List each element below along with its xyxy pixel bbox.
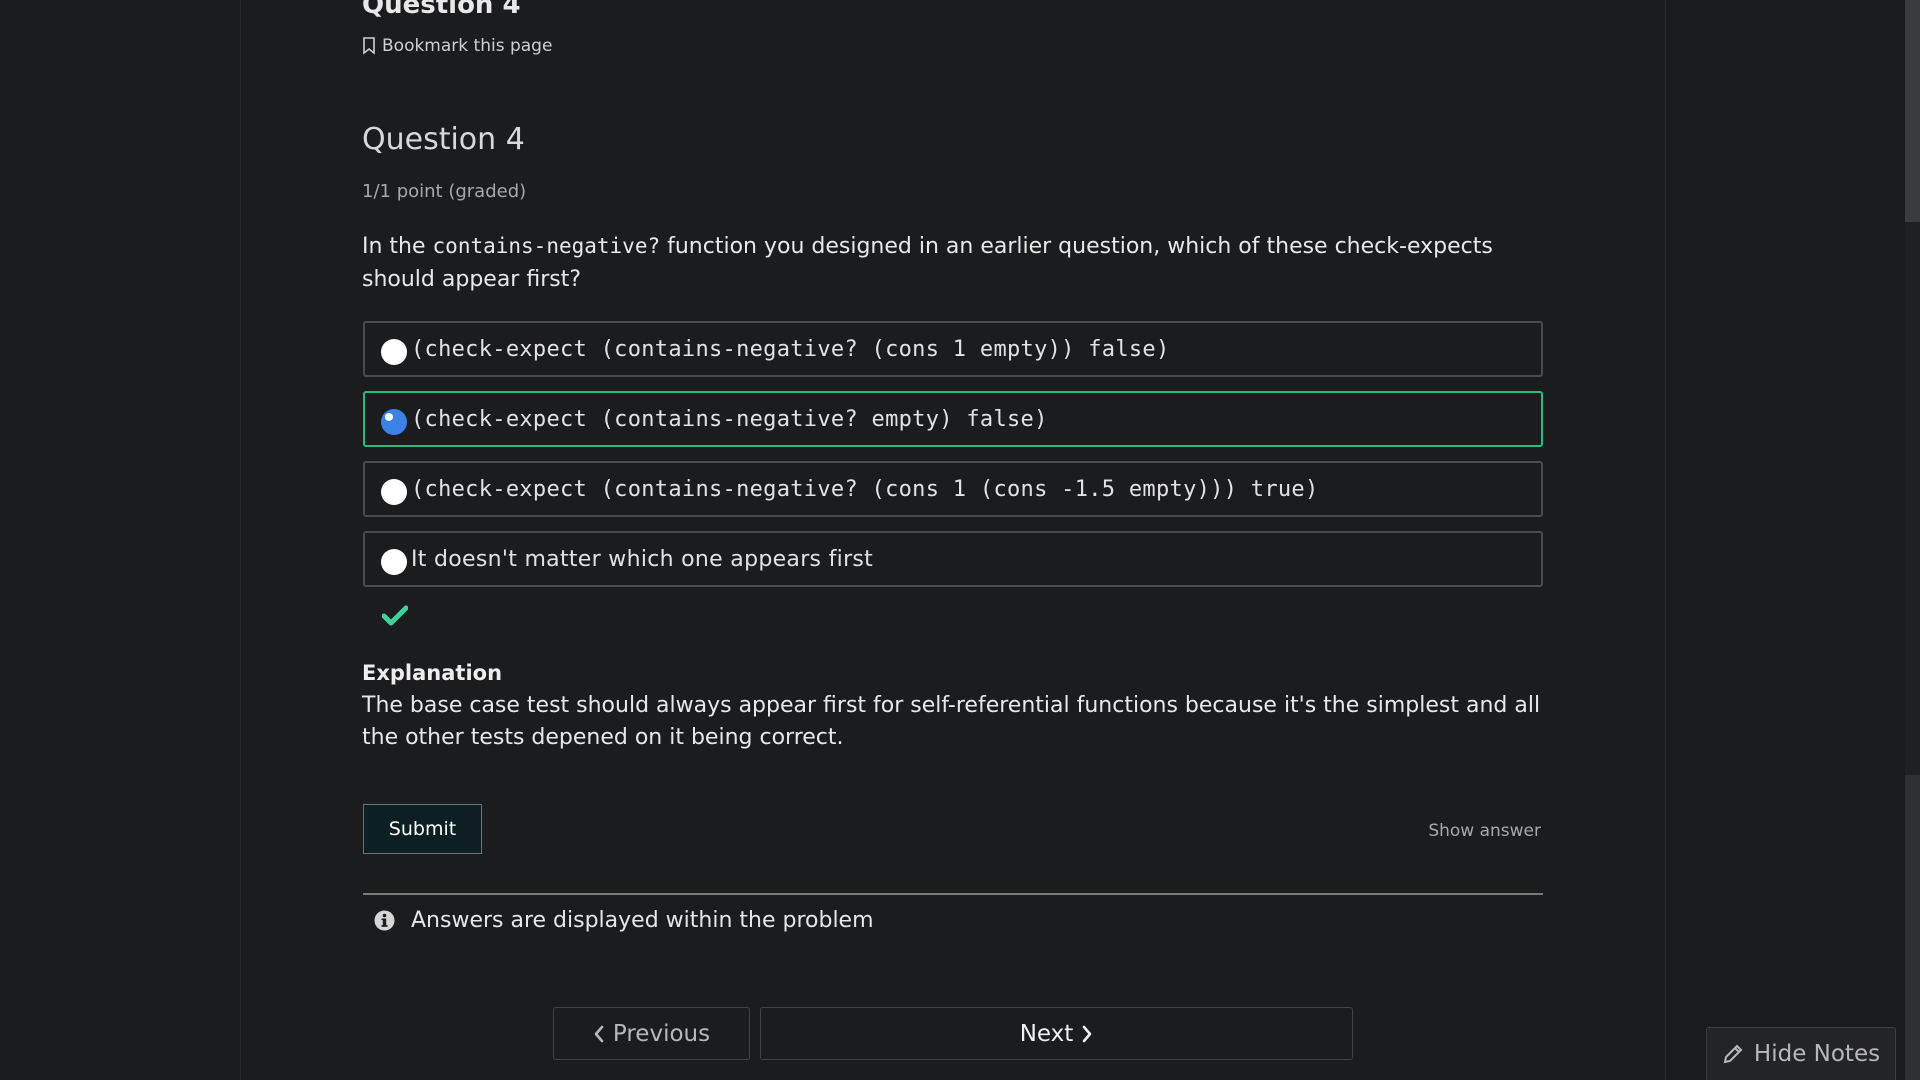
show-answer-button[interactable]: Show answer <box>1428 821 1541 841</box>
bookmark-icon <box>363 37 375 55</box>
pencil-icon <box>1723 1044 1743 1064</box>
answer-option-3[interactable]: (check-expect (contains-negative? (cons … <box>363 461 1543 517</box>
prompt-code: contains-negative? <box>432 234 661 258</box>
option-label: (check-expect (contains-negative? (cons … <box>411 476 1319 502</box>
prompt-text-before: In the <box>362 234 433 259</box>
explanation-text: The base case test should always appear … <box>362 693 1541 750</box>
scrollbar-thumb[interactable] <box>1905 0 1920 222</box>
radio-button-selected[interactable] <box>381 409 407 435</box>
hide-notes-label: Hide Notes <box>1753 1041 1881 1067</box>
unit-title: Question 4 <box>362 0 521 20</box>
submit-button[interactable]: Submit <box>363 804 482 854</box>
scrollbar-thumb-lower[interactable] <box>1905 775 1920 1080</box>
notice-text: Answers are displayed within the problem <box>411 908 874 933</box>
hide-notes-button[interactable]: Hide Notes <box>1706 1027 1896 1080</box>
option-label: (check-expect (contains-negative? (cons … <box>411 336 1170 362</box>
chevron-left-icon <box>594 1025 604 1042</box>
checkmark-icon <box>382 605 408 626</box>
problem-points: 1/1 point (graded) <box>362 181 527 202</box>
option-label: (check-expect (contains-negative? empty)… <box>411 406 1048 432</box>
problem-prompt: In the contains-negative? function you d… <box>362 230 1552 296</box>
explanation-title: Explanation <box>362 661 503 685</box>
problem-title: Question 4 <box>362 122 525 157</box>
page: Question 4 Bookmark this page Question 4… <box>0 0 1920 1080</box>
radio-button[interactable] <box>381 479 407 505</box>
chevron-right-icon <box>1082 1025 1092 1042</box>
answer-option-1[interactable]: (check-expect (contains-negative? (cons … <box>363 321 1543 377</box>
answer-option-4[interactable]: It doesn't matter which one appears firs… <box>363 531 1543 587</box>
bookmark-label: Bookmark this page <box>382 36 553 56</box>
radio-button[interactable] <box>381 549 407 575</box>
divider <box>363 893 1543 895</box>
previous-button[interactable]: Previous <box>553 1007 750 1060</box>
info-icon <box>374 910 395 931</box>
bookmark-button[interactable]: Bookmark this page <box>362 36 552 56</box>
next-button[interactable]: Next <box>760 1007 1353 1060</box>
previous-label: Previous <box>612 1020 711 1047</box>
answer-notice: Answers are displayed within the problem <box>374 908 874 933</box>
option-label: It doesn't matter which one appears firs… <box>411 546 874 572</box>
answer-option-2[interactable]: (check-expect (contains-negative? empty)… <box>363 391 1543 447</box>
answer-options: (check-expect (contains-negative? (cons … <box>363 321 1543 601</box>
next-label: Next <box>1019 1020 1074 1047</box>
radio-button[interactable] <box>381 339 407 365</box>
